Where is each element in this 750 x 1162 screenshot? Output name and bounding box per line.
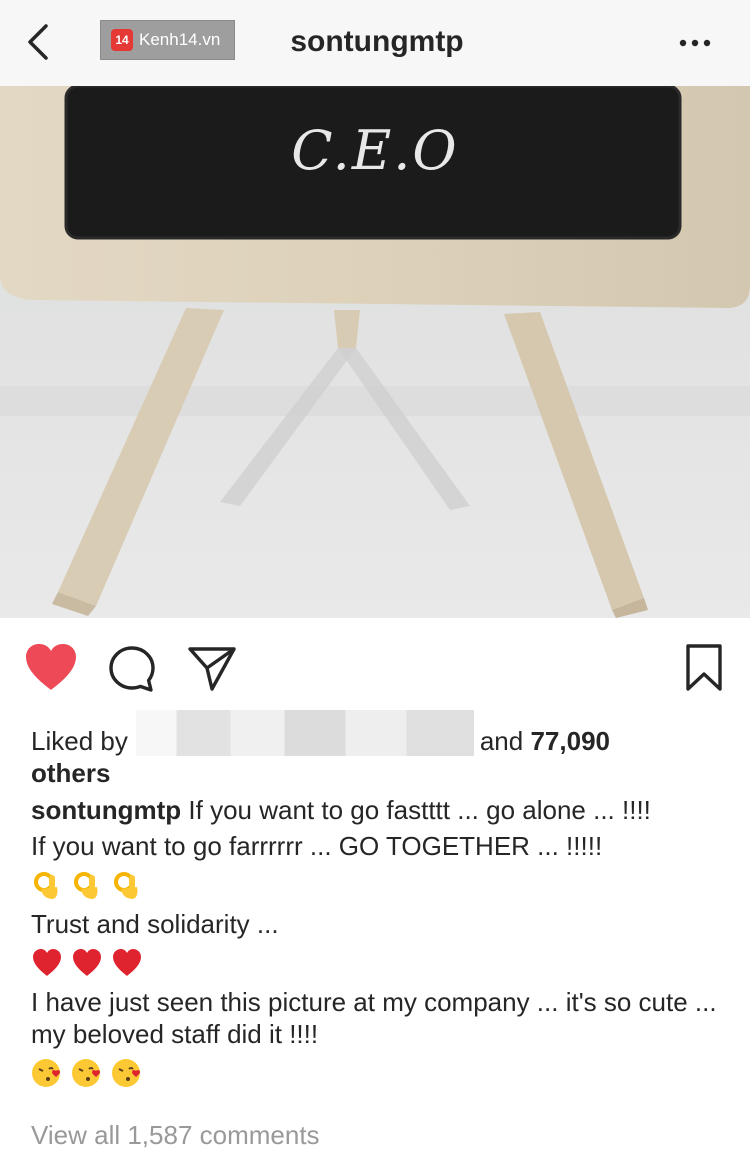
- bookmark-icon: [686, 644, 722, 691]
- kissing-face-emoji: [72, 1059, 100, 1087]
- ok-hand-emoji: [34, 872, 58, 899]
- like-button[interactable]: [24, 642, 78, 692]
- chalkboard-text: C.E.O: [291, 119, 459, 182]
- red-heart-emoji: [73, 949, 101, 976]
- caption-line-1: sontungmtp If you want to go fastttt ...…: [31, 794, 721, 826]
- others-label: others: [31, 758, 111, 788]
- and-label: and: [479, 726, 524, 756]
- liked-by-label: Liked by: [31, 726, 128, 756]
- post-caption: sontungmtp If you want to go fastttt ...…: [31, 794, 721, 1096]
- caption-text-2: If you want to go farrrrrr ... GO TOGETH…: [31, 831, 603, 861]
- ellipsis-icon: [679, 39, 711, 47]
- red-heart-emoji: [33, 949, 61, 976]
- blurred-username: [135, 710, 474, 756]
- like-count: 77,090: [530, 726, 610, 756]
- ok-hand-emoji-row: [31, 866, 721, 904]
- kenh14-logo: 14: [111, 29, 133, 51]
- kissing-face-emoji: [112, 1059, 140, 1087]
- save-button[interactable]: [684, 643, 724, 693]
- kenh14-watermark: 14 Kenh14.vn: [100, 20, 235, 60]
- red-heart-emoji: [113, 949, 141, 976]
- top-bar: 14 Kenh14.vn sontungmtp: [0, 0, 750, 87]
- back-button[interactable]: [20, 22, 60, 62]
- comment-icon: [109, 646, 155, 692]
- caption-text-4: I have just seen this picture at my comp…: [31, 987, 717, 1049]
- kissing-face-emoji: [32, 1059, 60, 1087]
- watermark-text: Kenh14.vn: [139, 30, 221, 49]
- kissing-face-emoji-row: [31, 1054, 721, 1092]
- post-photo[interactable]: C.E.O: [0, 86, 750, 618]
- action-bar: [0, 625, 750, 711]
- likes-summary[interactable]: Liked by and 77,090 others: [31, 710, 721, 789]
- more-options-button[interactable]: [675, 28, 715, 58]
- caption-username[interactable]: sontungmtp: [31, 795, 181, 825]
- view-all-comments-link[interactable]: View all 1,587 comments: [31, 1118, 320, 1152]
- share-button[interactable]: [186, 643, 238, 693]
- chevron-left-icon: [28, 24, 48, 60]
- heart-icon: [26, 644, 76, 690]
- caption-text-1: If you want to go fastttt ... go alone .…: [188, 795, 651, 825]
- comment-button[interactable]: [106, 643, 158, 695]
- page-title[interactable]: sontungmtp: [262, 22, 492, 62]
- share-icon: [188, 647, 236, 691]
- ok-hand-emoji: [74, 872, 98, 899]
- caption-text-3: Trust and solidarity ...: [31, 909, 279, 939]
- red-heart-emoji-row: [31, 944, 721, 982]
- ok-hand-emoji: [114, 872, 138, 899]
